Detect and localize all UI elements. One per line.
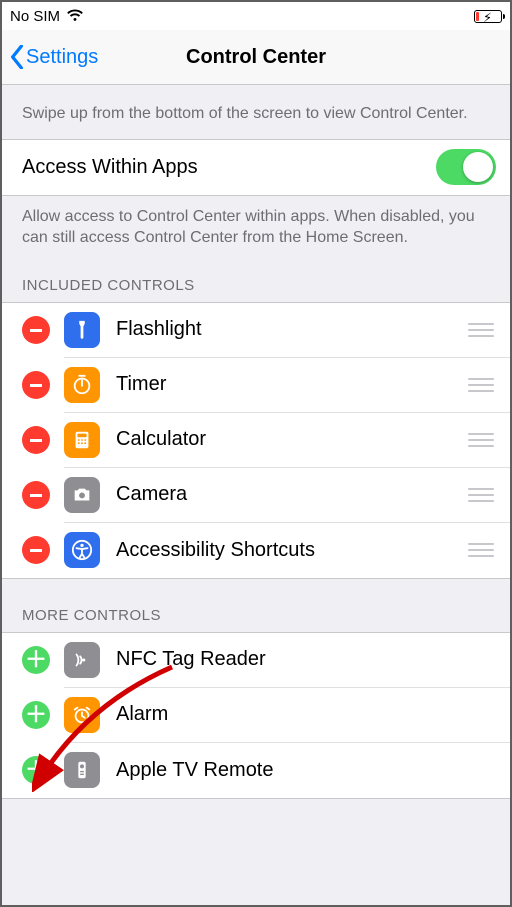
remove-button[interactable] (22, 426, 50, 454)
control-label: Flashlight (116, 318, 458, 341)
reorder-handle[interactable] (468, 543, 494, 557)
included-control-row: Accessibility Shortcuts (2, 523, 510, 578)
access-switch[interactable] (436, 149, 496, 185)
more-header: MORE CONTROLS (2, 579, 510, 632)
nav-bar: Settings Control Center (2, 30, 510, 85)
more-control-row: ＋ NFC Tag Reader (2, 633, 510, 688)
intro-text: Swipe up from the bottom of the screen t… (2, 85, 510, 139)
back-label: Settings (26, 46, 98, 69)
included-control-row: Flashlight (2, 303, 510, 358)
reorder-handle[interactable] (468, 323, 494, 337)
remove-button[interactable] (22, 371, 50, 399)
status-bar: No SIM ⚡︎ (2, 2, 510, 30)
wifi-icon (66, 9, 84, 23)
nfc-icon (64, 642, 100, 678)
included-control-row: Timer (2, 358, 510, 413)
access-label: Access Within Apps (22, 156, 436, 179)
remove-button[interactable] (22, 536, 50, 564)
included-control-row: Calculator (2, 413, 510, 468)
accessibility-icon (64, 532, 100, 568)
included-control-row: Camera (2, 468, 510, 523)
remote-icon (64, 752, 100, 788)
chevron-left-icon (10, 45, 24, 69)
included-header: INCLUDED CONTROLS (2, 249, 510, 302)
calculator-icon (64, 422, 100, 458)
add-button[interactable]: ＋ (22, 646, 50, 674)
access-within-apps-row[interactable]: Access Within Apps (2, 140, 510, 195)
reorder-handle[interactable] (468, 378, 494, 392)
remove-button[interactable] (22, 481, 50, 509)
more-control-row: ＋ Apple TV Remote (2, 743, 510, 798)
access-group: Access Within Apps (2, 139, 510, 196)
control-label: Accessibility Shortcuts (116, 539, 458, 562)
control-label: Apple TV Remote (116, 759, 494, 782)
control-label: NFC Tag Reader (116, 648, 494, 671)
reorder-handle[interactable] (468, 433, 494, 447)
timer-icon (64, 367, 100, 403)
control-label: Calculator (116, 428, 458, 451)
carrier-text: No SIM (10, 8, 60, 25)
back-button[interactable]: Settings (10, 45, 98, 69)
add-button[interactable]: ＋ (22, 701, 50, 729)
more-controls: ＋ NFC Tag Reader ＋ Alarm ＋ Apple TV Remote (2, 632, 510, 799)
battery-icon: ⚡︎ (474, 10, 502, 23)
access-footer: Allow access to Control Center within ap… (2, 196, 510, 249)
remove-button[interactable] (22, 316, 50, 344)
control-label: Alarm (116, 703, 494, 726)
flashlight-icon (64, 312, 100, 348)
camera-icon (64, 477, 100, 513)
control-label: Timer (116, 373, 458, 396)
reorder-handle[interactable] (468, 488, 494, 502)
alarm-icon (64, 697, 100, 733)
add-button[interactable]: ＋ (22, 756, 50, 784)
included-controls: Flashlight Timer Calculator Camera Accessibi… (2, 302, 510, 579)
control-label: Camera (116, 483, 458, 506)
more-control-row: ＋ Alarm (2, 688, 510, 743)
